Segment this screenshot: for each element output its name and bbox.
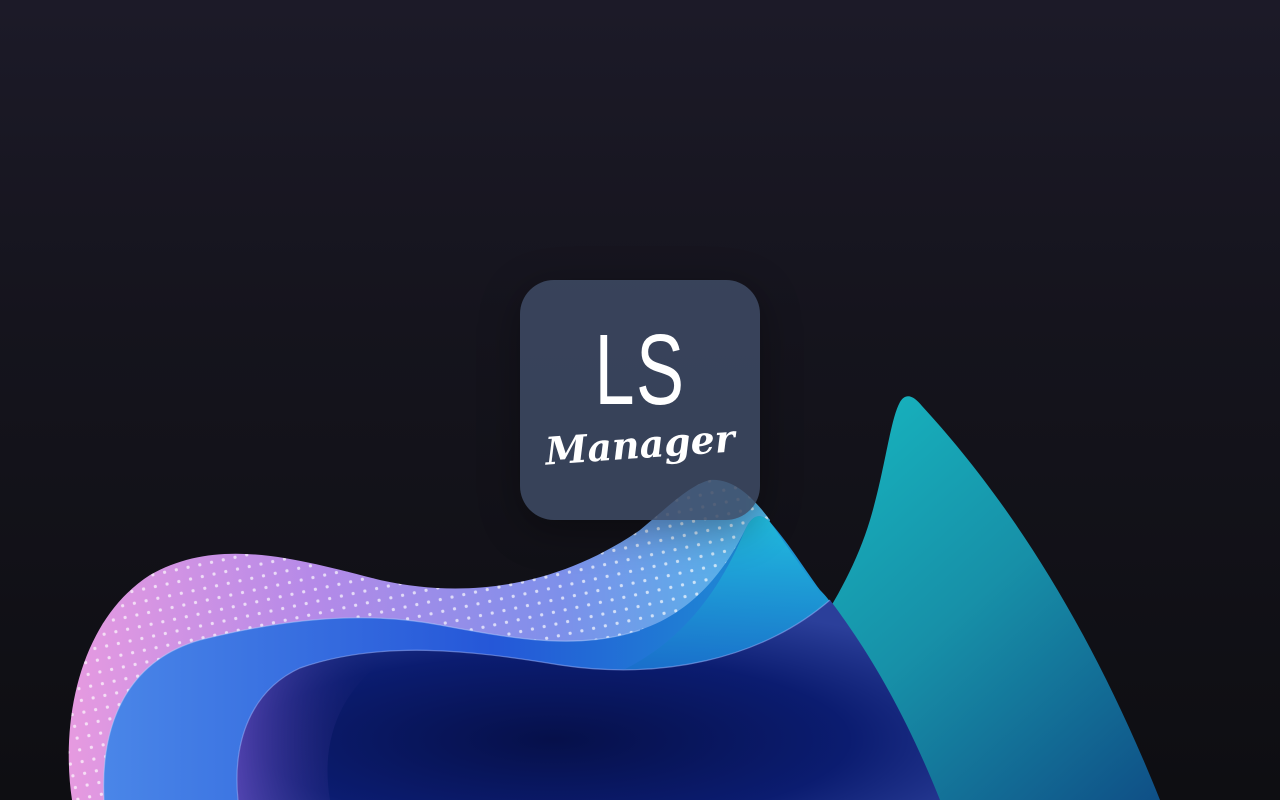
logo-abbreviation: LS (594, 314, 686, 426)
ls-manager-app-icon[interactable]: LS Manager (520, 280, 760, 520)
logo-name: Manager (543, 415, 737, 474)
